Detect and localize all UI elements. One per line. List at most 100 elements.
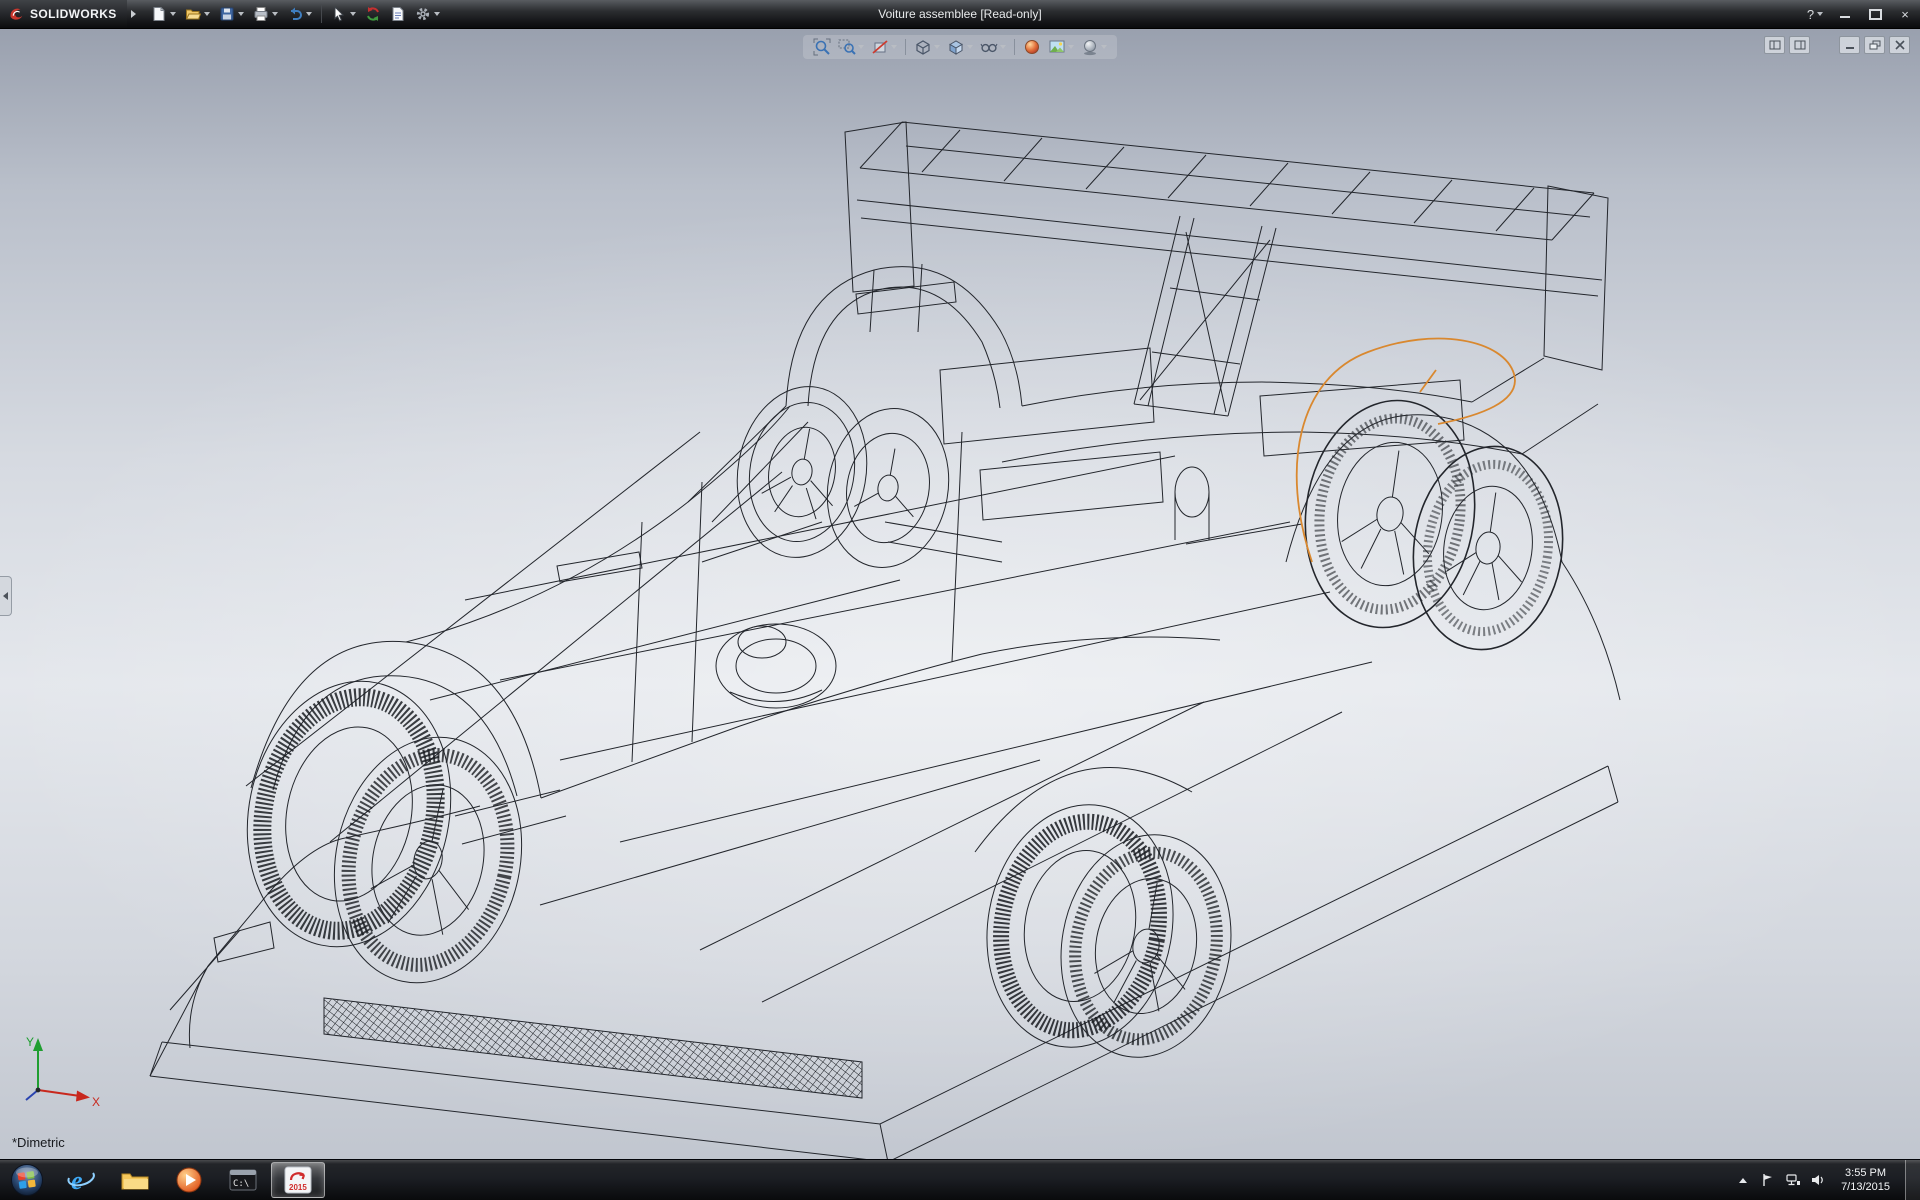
display-style-icon <box>947 38 965 56</box>
printer-icon <box>253 6 269 22</box>
dropdown-caret-icon <box>891 45 897 49</box>
document-window-tile-controls <box>1764 36 1810 54</box>
wireframe-car-model[interactable] <box>0 28 1920 1160</box>
action-center-flag-icon <box>1762 1173 1774 1187</box>
save-button[interactable] <box>215 3 248 25</box>
dropdown-caret-icon <box>238 12 244 16</box>
taskbar-clock[interactable]: 3:55 PM 7/13/2015 <box>1841 1166 1890 1195</box>
zoom-to-fit-icon <box>813 38 831 56</box>
internet-explorer-icon: e <box>66 1165 96 1195</box>
select-button[interactable] <box>327 3 360 25</box>
section-view-button[interactable] <box>869 37 899 57</box>
section-view-icon <box>871 38 889 56</box>
taskbar-windows-explorer[interactable] <box>109 1163 161 1197</box>
apply-scene-button[interactable] <box>1046 37 1076 57</box>
zoom-to-fit-button[interactable] <box>811 37 833 57</box>
dropdown-caret-icon <box>934 45 940 49</box>
dropdown-caret-icon <box>204 12 210 16</box>
view-settings-icon <box>1081 38 1099 56</box>
options-button[interactable] <box>411 3 444 25</box>
toolbar-separator <box>321 5 322 23</box>
taskbar-internet-explorer[interactable]: e <box>55 1163 107 1197</box>
show-hidden-icons-button[interactable] <box>1735 1170 1751 1190</box>
toolbar-separator <box>905 39 906 55</box>
taskbar-command-prompt[interactable]: C:\ <box>217 1163 269 1197</box>
taskbar-solidworks-2015[interactable]: 2015 <box>271 1162 325 1198</box>
display-style-button[interactable] <box>945 37 975 57</box>
volume-button[interactable] <box>1810 1170 1826 1190</box>
print-button[interactable] <box>249 3 282 25</box>
tile-right-icon <box>1794 40 1806 50</box>
network-button[interactable] <box>1785 1170 1801 1190</box>
dropdown-caret-icon <box>858 45 864 49</box>
graphics-area[interactable]: Y X *Dimetric <box>0 28 1920 1160</box>
window-tile-left-button[interactable] <box>1764 36 1785 54</box>
close-icon: × <box>1901 7 1909 22</box>
view-orientation-cube-icon <box>914 38 932 56</box>
svg-text:e: e <box>71 1166 83 1195</box>
window-controls: ? × <box>1800 0 1920 28</box>
car-body-wireframe <box>150 122 1620 1160</box>
help-button[interactable]: ? <box>1800 0 1830 28</box>
window-tile-right-button[interactable] <box>1789 36 1810 54</box>
close-document-button[interactable] <box>1889 36 1910 54</box>
open-folder-icon <box>185 6 201 22</box>
dropdown-caret-icon <box>1000 45 1006 49</box>
help-label: ? <box>1807 7 1814 22</box>
view-orientation-button[interactable] <box>912 37 942 57</box>
rebuild-button[interactable] <box>361 3 385 25</box>
ds-logo-icon <box>7 5 25 23</box>
close-doc-icon <box>1894 40 1906 50</box>
dropdown-caret-icon <box>1101 45 1107 49</box>
view-settings-button[interactable] <box>1079 37 1109 57</box>
apply-scene-icon <box>1048 38 1066 56</box>
menus-flyout-button[interactable] <box>127 0 141 28</box>
logo-text: SOLIDWORKS <box>30 7 117 21</box>
file-properties-button[interactable] <box>386 3 410 25</box>
new-document-icon <box>151 6 167 22</box>
dropdown-caret-icon <box>434 12 440 16</box>
toolbar-separator <box>1014 39 1015 55</box>
front-right-wheels <box>724 376 961 577</box>
minimize-icon <box>1840 16 1850 18</box>
minimize-document-button[interactable] <box>1839 36 1860 54</box>
front-left-wheels <box>223 662 543 1000</box>
title-bar: SOLIDWORKS <box>0 0 1920 29</box>
new-document-button[interactable] <box>147 3 180 25</box>
triad-x-label: X <box>92 1095 100 1109</box>
restore-document-button[interactable] <box>1864 36 1885 54</box>
hide-show-items-button[interactable] <box>978 37 1008 57</box>
triad-axes-icon: Y X <box>18 1026 108 1112</box>
rear-left-wheels <box>968 790 1248 1071</box>
action-center-button[interactable] <box>1760 1170 1776 1190</box>
dropdown-caret-icon <box>350 12 356 16</box>
zoom-to-area-button[interactable] <box>836 37 866 57</box>
zoom-to-area-icon <box>838 38 856 56</box>
start-button[interactable] <box>0 1160 54 1200</box>
volume-speaker-icon <box>1811 1174 1825 1186</box>
system-tray: 3:55 PM 7/13/2015 <box>1735 1160 1920 1200</box>
edit-appearance-button[interactable] <box>1021 37 1043 57</box>
clock-time: 3:55 PM <box>1841 1166 1890 1180</box>
heads-up-toolbar <box>803 35 1117 59</box>
edit-appearance-ball-icon <box>1023 38 1041 56</box>
solidworks-app-icon: 2015 <box>284 1166 312 1194</box>
quick-access-toolbar <box>147 0 444 28</box>
close-button[interactable]: × <box>1890 0 1920 28</box>
undo-arrow-icon <box>287 6 303 22</box>
maximize-button[interactable] <box>1860 0 1890 28</box>
show-desktop-button[interactable] <box>1905 1160 1920 1200</box>
maximize-icon <box>1869 9 1882 20</box>
restore-doc-icon <box>1869 40 1881 50</box>
taskbar-media-player[interactable] <box>163 1163 215 1197</box>
open-button[interactable] <box>181 3 214 25</box>
desktop-screen: SOLIDWORKS <box>0 0 1920 1200</box>
undo-button[interactable] <box>283 3 316 25</box>
featuremanager-collapse-tab[interactable] <box>0 576 12 616</box>
minimize-button[interactable] <box>1830 0 1860 28</box>
dropdown-caret-icon <box>272 12 278 16</box>
dropdown-caret-icon <box>306 12 312 16</box>
tile-left-icon <box>1769 40 1781 50</box>
select-cursor-icon <box>331 6 347 22</box>
dropdown-caret-icon <box>1068 45 1074 49</box>
